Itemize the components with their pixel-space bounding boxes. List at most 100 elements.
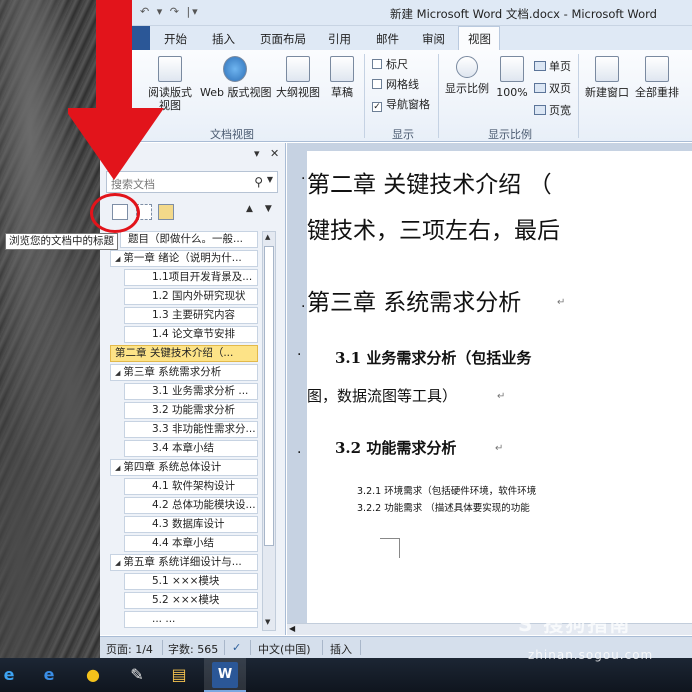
outline-item[interactable]: ◢ 第一章 绪论（说明为什... xyxy=(110,250,258,267)
outline-item[interactable]: 1.3 主要研究内容 xyxy=(124,307,258,324)
start-icon[interactable]: e xyxy=(0,662,22,688)
word-count[interactable]: 字数: 565 xyxy=(168,641,218,657)
page-width-button[interactable]: 页宽 xyxy=(534,102,571,118)
insert-mode[interactable]: 插入 xyxy=(330,641,352,657)
heading-3-1[interactable]: 3.1 业务需求分析（包括业务 xyxy=(335,347,531,368)
heading-outline: 题目（即做什么。一般... ◢ 第一章 绪论（说明为什... 1.1项目开发背景及..… xyxy=(110,231,258,629)
outline-item[interactable]: 3.1 业务需求分析 ... xyxy=(124,383,258,400)
new-window-button[interactable]: 新建窗口 xyxy=(584,56,630,99)
collapse-triangle-icon[interactable]: ◢ xyxy=(115,559,120,567)
close-icon[interactable]: ✕ xyxy=(270,147,279,160)
qq-icon[interactable]: ● xyxy=(80,662,106,688)
zoom-100-label: 100% xyxy=(496,86,528,99)
outline-item[interactable]: 第二章 关键技术介绍（... xyxy=(110,345,258,362)
outline-item[interactable]: ◢ 第五章 系统详细设计与... xyxy=(110,554,258,571)
outline-item[interactable]: 4.3 数据库设计 xyxy=(124,516,258,533)
bullet: . xyxy=(301,295,306,311)
outline-item[interactable]: 4.4 本章小结 xyxy=(124,535,258,552)
one-page-button[interactable]: 单页 xyxy=(534,58,571,74)
outline-item[interactable]: 3.4 本章小结 xyxy=(124,440,258,457)
collapse-triangle-icon[interactable]: ◢ xyxy=(115,464,120,472)
outline-item[interactable]: ... ... xyxy=(124,611,258,628)
section-3-1-body[interactable]: 图，数据流图等工具） xyxy=(307,385,457,406)
bullet: . xyxy=(297,441,302,457)
scroll-down-icon[interactable]: ▼ xyxy=(265,618,270,626)
tab-page-layout[interactable]: 页面布局 xyxy=(256,30,310,48)
outline-item[interactable]: 1.1项目开发背景及... xyxy=(124,269,258,286)
bullet: · xyxy=(301,171,306,187)
document-page[interactable]: · 第二章 关键技术介绍 （ 键技术，三项左右，最后 . 第三章 系统需求分析 … xyxy=(297,151,692,623)
browse-results-tab[interactable] xyxy=(158,204,174,220)
outline-item[interactable]: 4.1 软件架构设计 xyxy=(124,478,258,495)
status-separator xyxy=(322,640,323,655)
page-count[interactable]: 页面: 1/4 xyxy=(106,641,153,657)
tab-references[interactable]: 引用 xyxy=(324,30,355,48)
arrange-all-icon xyxy=(645,56,669,82)
word-icon[interactable]: W xyxy=(212,662,238,688)
outline-item[interactable]: 3.3 非功能性需求分... xyxy=(124,421,258,438)
ie-icon[interactable]: e xyxy=(36,662,62,688)
nav-pane-menu-icon[interactable]: ▾ xyxy=(254,147,260,160)
heading-3-2-1[interactable]: 3.2.1 环境需求（包括硬件环境，软件环境 xyxy=(357,483,536,497)
two-pages-button[interactable]: 双页 xyxy=(534,80,571,96)
scroll-up-icon[interactable]: ▲ xyxy=(265,233,270,241)
outline-item-label: 1.4 论文章节安排 xyxy=(152,328,236,340)
outline-item-label: 3.3 非功能性需求分... xyxy=(152,423,256,435)
next-heading-icon[interactable]: ▼ xyxy=(265,204,284,214)
arrange-all-button[interactable]: 全部重排 xyxy=(634,56,680,99)
outline-item-label: 3.1 业务需求分析 ... xyxy=(152,385,249,397)
scroll-thumb[interactable] xyxy=(264,246,274,546)
zoom-100-button[interactable]: 100% xyxy=(496,56,528,99)
tab-mailings[interactable]: 邮件 xyxy=(372,30,403,48)
collapse-triangle-icon[interactable]: ◢ xyxy=(115,255,120,263)
heading-3-2-2[interactable]: 3.2.2 功能需求 （描述具体要实现的功能 xyxy=(357,500,530,514)
outline-item[interactable]: ◢ 第四章 系统总体设计 xyxy=(110,459,258,476)
chapter-2-body[interactable]: 键技术，三项左右，最后 xyxy=(307,211,560,245)
group-label-document-views: 文档视图 xyxy=(210,128,254,141)
magnifier-icon[interactable]: ⚲ xyxy=(254,175,263,189)
outline-item[interactable]: 1.4 论文章节安排 xyxy=(124,326,258,343)
new-window-icon xyxy=(595,56,619,82)
page-width-icon xyxy=(534,105,546,115)
page-corner-mark xyxy=(380,538,400,558)
zoom-button[interactable]: 显示比例 xyxy=(444,56,490,95)
heading-3-2[interactable]: 3.2 功能需求分析 xyxy=(335,437,456,458)
outline-item[interactable]: 1.2 国内外研究现状 xyxy=(124,288,258,305)
draft-view-button[interactable]: 草稿 xyxy=(326,56,358,99)
outline-item[interactable]: 5.1 ×××模块 xyxy=(124,573,258,590)
outline-item-label: 4.1 软件架构设计 xyxy=(152,480,236,492)
outline-item[interactable]: 3.2 功能需求分析 xyxy=(124,402,258,419)
ruler-checkbox[interactable]: 标尺 xyxy=(372,56,408,72)
outline-item[interactable]: 题目（即做什么。一般... xyxy=(120,231,258,248)
heading-chapter-2[interactable]: 第二章 关键技术介绍 （ xyxy=(307,165,552,199)
checkbox-box xyxy=(372,79,382,89)
outline-view-button[interactable]: 大纲视图 xyxy=(276,56,320,99)
heading-chapter-3[interactable]: 第三章 系统需求分析 xyxy=(307,283,521,317)
nav-prev-next[interactable]: ▲▼ xyxy=(246,204,284,214)
word-window: ↶ ▾ ↷ |▾ 新建 Microsoft Word 文档.docx - Mic… xyxy=(100,0,692,658)
language-indicator[interactable]: 中文(中国) xyxy=(258,641,311,657)
outline-item[interactable]: ◢ 第三章 系统需求分析 xyxy=(110,364,258,381)
previous-heading-icon[interactable]: ▲ xyxy=(246,204,265,214)
tab-review[interactable]: 审阅 xyxy=(418,30,449,48)
scroll-left-icon[interactable]: ◀ xyxy=(289,624,295,633)
tab-view[interactable]: 视图 xyxy=(464,30,495,48)
ribbon: 阅读版式 视图 Web 版式视图 大纲视图 草稿 文档视图 标尺 网格线 ✓ 导航… xyxy=(100,50,692,142)
gridlines-checkbox[interactable]: 网格线 xyxy=(372,76,419,92)
tooltip: 浏览您的文档中的标题 xyxy=(5,233,118,250)
paint-icon[interactable]: ✎ xyxy=(124,662,150,688)
web-layout-button[interactable]: Web 版式视图 xyxy=(200,56,271,99)
proofing-icon[interactable]: ✓ xyxy=(232,641,241,654)
chevron-down-icon[interactable]: ▼ xyxy=(267,175,273,184)
nav-pane-checkbox[interactable]: ✓ 导航窗格 xyxy=(372,96,430,112)
bullet: · xyxy=(297,347,302,363)
group-separator xyxy=(578,54,579,138)
nav-scrollbar[interactable]: ▲ ▼ xyxy=(262,231,276,631)
outline-item[interactable]: 5.2 ×××模块 xyxy=(124,592,258,609)
outline-icon xyxy=(286,56,310,82)
outline-item[interactable]: 4.2 总体功能模块设... xyxy=(124,497,258,514)
collapse-triangle-icon[interactable]: ◢ xyxy=(115,369,120,377)
explorer-icon[interactable]: ▤ xyxy=(166,662,192,688)
tab-insert[interactable]: 插入 xyxy=(208,30,239,48)
watermark-url: zhinan.sogou.com xyxy=(528,648,654,662)
